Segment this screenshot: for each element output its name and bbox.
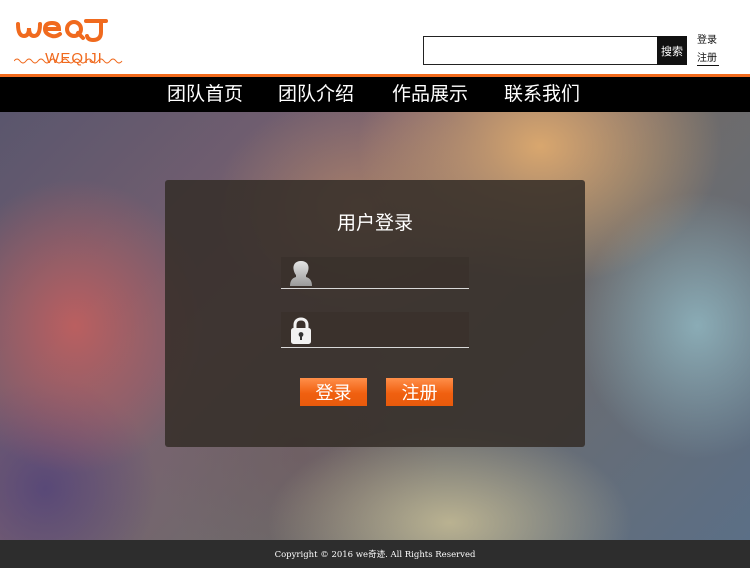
header-login-link[interactable]: 登录 bbox=[697, 34, 719, 47]
nav-item-about[interactable]: 团队介绍 bbox=[278, 81, 354, 107]
logo[interactable]: WEQIJI bbox=[14, 14, 126, 67]
lock-icon bbox=[289, 317, 313, 349]
logo-text: WEQIJI bbox=[45, 50, 103, 67]
user-icon bbox=[289, 260, 313, 290]
username-field bbox=[281, 257, 469, 289]
nav-item-home[interactable]: 团队首页 bbox=[167, 81, 243, 107]
page-bottom bbox=[0, 568, 750, 588]
main-nav: 团队首页 团队介绍 作品展示 联系我们 bbox=[0, 77, 750, 112]
nav-item-works[interactable]: 作品展示 bbox=[392, 81, 468, 107]
header-register-link[interactable]: 注册 bbox=[697, 52, 719, 66]
password-field bbox=[281, 312, 469, 348]
search-button[interactable]: 搜索 bbox=[657, 36, 687, 65]
footer: Copyright © 2016 we奇迹. All Rights Reserv… bbox=[0, 540, 750, 568]
copyright-text: Copyright © 2016 we奇迹. All Rights Reserv… bbox=[274, 550, 476, 560]
login-panel: 用户登录 登录 注册 bbox=[165, 180, 585, 447]
register-button[interactable]: 注册 bbox=[386, 378, 453, 406]
password-input[interactable] bbox=[319, 312, 465, 347]
header: WEQIJI 搜索 登录 注册 bbox=[0, 0, 750, 74]
username-input[interactable] bbox=[319, 257, 465, 288]
search-input[interactable] bbox=[423, 36, 658, 65]
nav-item-contact[interactable]: 联系我们 bbox=[504, 81, 580, 107]
login-button[interactable]: 登录 bbox=[300, 378, 367, 406]
login-title: 用户登录 bbox=[336, 212, 413, 234]
